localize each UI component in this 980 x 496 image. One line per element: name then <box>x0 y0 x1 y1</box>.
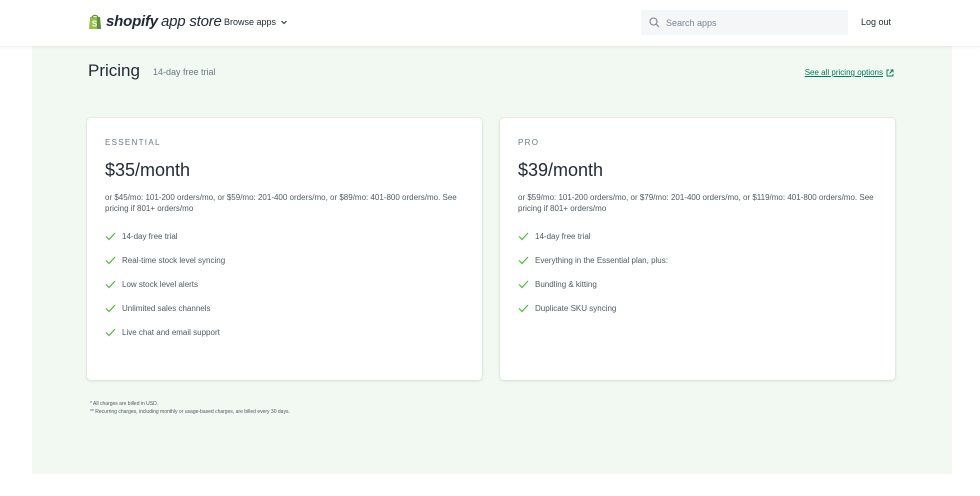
pricing-section: Pricing 14-day free trial See all pricin… <box>32 46 952 474</box>
feature-item: Live chat and email support <box>105 320 464 344</box>
plan-card-essential: ESSENTIAL $35/month or $45/mo: 101-200 o… <box>87 118 482 380</box>
feature-text: Real-time stock level syncing <box>122 255 226 265</box>
feature-item: Bundling & kitting <box>518 272 877 296</box>
pricing-title: Pricing <box>88 61 140 80</box>
plan-name: PRO <box>518 138 540 147</box>
external-link-icon <box>886 69 894 76</box>
footnote: * All charges are billed in USD. <box>90 401 159 407</box>
feature-text: 14-day free trial <box>122 231 178 241</box>
checkmark-icon <box>518 304 529 312</box>
feature-text: Bundling & kitting <box>535 279 597 289</box>
svg-text:S: S <box>92 20 98 29</box>
plan-feature-list: 14-day free trial Real-time stock level … <box>105 224 464 344</box>
log-out-link[interactable]: Log out <box>861 17 891 27</box>
plan-name: ESSENTIAL <box>105 138 161 147</box>
plan-card-pro: PRO $39/month or $59/mo: 101-200 orders/… <box>500 118 895 380</box>
feature-text: Duplicate SKU syncing <box>535 303 617 313</box>
billing-footnotes: * All charges are billed in USD. ** Recu… <box>90 400 290 416</box>
checkmark-icon <box>105 304 116 312</box>
feature-item: Duplicate SKU syncing <box>518 296 877 320</box>
feature-item: Low stock level alerts <box>105 272 464 296</box>
feature-text: Low stock level alerts <box>122 279 199 289</box>
checkmark-icon <box>105 232 116 240</box>
browse-apps-label: Browse apps <box>224 17 277 27</box>
pricing-subtitle: 14-day free trial <box>153 67 216 77</box>
search-box <box>641 10 848 35</box>
plan-price: $39/month <box>518 160 604 180</box>
search-input[interactable] <box>666 17 836 28</box>
checkmark-icon <box>105 280 116 288</box>
checkmark-icon <box>518 280 529 288</box>
checkmark-icon <box>518 256 529 264</box>
feature-item: Unlimited sales channels <box>105 296 464 320</box>
feature-text: Everything in the Essential plan, plus: <box>535 255 668 265</box>
logo-suffix-text: app store <box>160 13 222 30</box>
browse-apps-menu[interactable]: Browse apps <box>224 17 288 27</box>
plan-pricing-note: or $45/mo: 101-200 orders/mo, or $59/mo:… <box>105 193 457 213</box>
feature-item: 14-day free trial <box>105 224 464 248</box>
feature-text: Live chat and email support <box>122 327 220 337</box>
top-navigation-bar: S shopifyapp store Browse apps Log out <box>0 0 980 46</box>
feature-item: Real-time stock level syncing <box>105 248 464 272</box>
logo-wordmark: shopify app store <box>106 13 222 30</box>
plan-feature-list: 14-day free trial Everything in the Esse… <box>518 224 877 320</box>
checkmark-icon <box>105 328 116 336</box>
checkmark-icon <box>105 256 116 264</box>
see-all-pricing-options-label: See all pricing options <box>804 68 883 77</box>
logo-brand-text: shopify <box>106 13 158 30</box>
see-all-pricing-options-link[interactable]: See all pricing options <box>805 68 894 77</box>
shopify-bag-icon: S <box>89 14 101 29</box>
shopify-app-store-logo[interactable]: S shopify app store <box>88 13 222 30</box>
feature-text: 14-day free trial <box>535 231 591 241</box>
feature-item: Everything in the Essential plan, plus: <box>518 248 877 272</box>
chevron-down-icon <box>281 20 287 25</box>
feature-item: 14-day free trial <box>518 224 877 248</box>
footnote: ** Recurring charges, including monthly … <box>90 409 290 415</box>
plan-price: $35/month <box>105 160 191 180</box>
feature-text: Unlimited sales channels <box>122 303 211 313</box>
plan-pricing-note: or $59/mo: 101-200 orders/mo, or $79/mo:… <box>518 193 874 213</box>
checkmark-icon <box>518 232 529 240</box>
search-icon <box>649 17 660 28</box>
